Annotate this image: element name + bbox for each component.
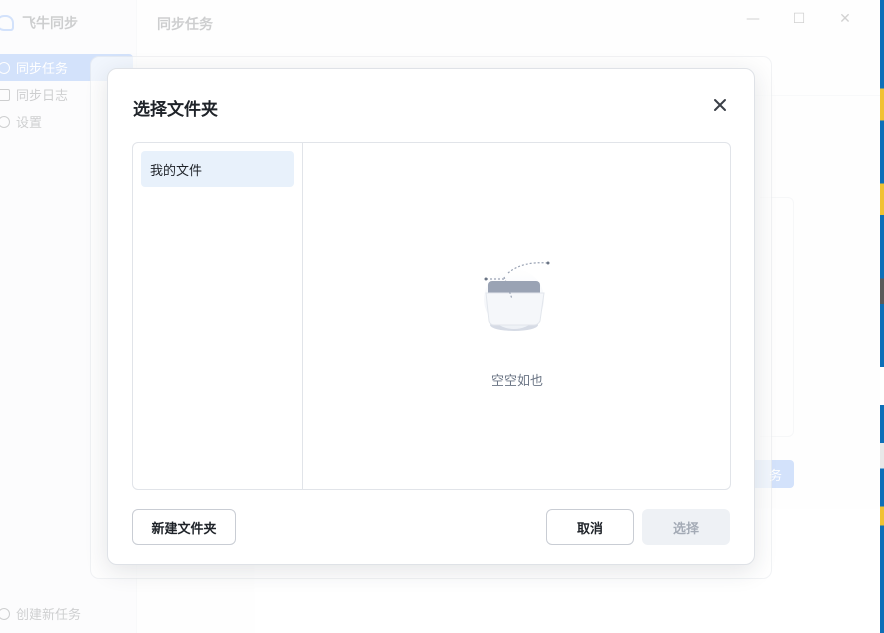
page-title: 同步任务 — [157, 17, 213, 33]
close-icon — [714, 99, 726, 111]
tree-item-my-files[interactable]: 我的文件 — [141, 151, 294, 187]
app-brand: 飞牛同步 — [0, 12, 78, 34]
cancel-button[interactable]: 取消 — [546, 509, 634, 545]
create-task-label: 创建新任务 — [16, 608, 82, 623]
window-controls: — ☐ ✕ — [730, 8, 868, 30]
tree-item-label: 我的文件 — [150, 163, 203, 179]
brand-name: 飞牛同步 — [22, 16, 78, 32]
empty-folder-icon — [484, 261, 550, 331]
dialog-title: 选择文件夹 — [133, 100, 218, 120]
desktop-strip — [880, 0, 884, 633]
folder-browser: 我的文件 空空如也 — [132, 142, 731, 490]
nav-item-label: 同步任务 — [16, 62, 69, 77]
create-task-button[interactable]: 创建新任务 — [0, 604, 81, 623]
folder-tree: 我的文件 — [133, 143, 303, 489]
settings-icon — [0, 115, 10, 128]
sync-icon — [0, 61, 10, 74]
minimize-button[interactable]: — — [730, 8, 776, 30]
new-folder-button[interactable]: 新建文件夹 — [132, 509, 236, 545]
nav-item-label: 设置 — [16, 116, 43, 131]
close-window-button[interactable]: ✕ — [822, 8, 868, 30]
select-folder-dialog: 选择文件夹 我的文件 空空如也 新建文件夹 取消 选择 — [107, 68, 755, 565]
brand-logo-icon — [0, 15, 14, 31]
folder-content: 空空如也 — [304, 143, 730, 489]
add-circle-icon — [0, 607, 10, 620]
dialog-close-button[interactable] — [708, 93, 732, 117]
maximize-button[interactable]: ☐ — [776, 8, 822, 30]
log-icon — [0, 88, 10, 101]
nav-item-label: 同步日志 — [16, 89, 69, 104]
empty-state-text: 空空如也 — [490, 374, 543, 389]
select-button[interactable]: 选择 — [642, 509, 730, 545]
